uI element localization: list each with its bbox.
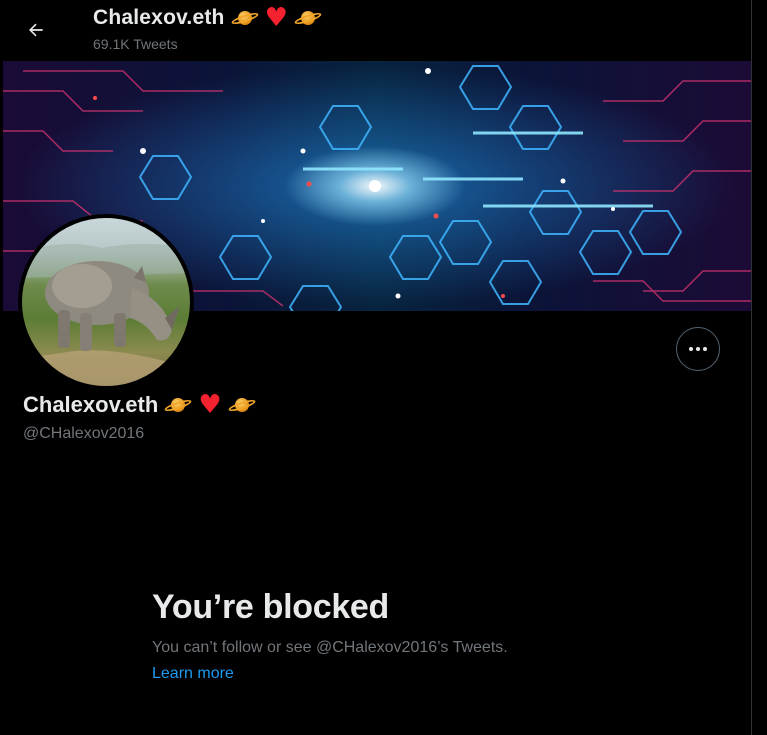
learn-more-link[interactable]: Learn more [152, 665, 234, 683]
ringed-planet-icon [163, 395, 193, 415]
blocked-message: You can’t follow or see @CHalexov2016’s … [152, 639, 508, 656]
more-options-button[interactable] [676, 327, 720, 371]
heart-icon: ♥ [264, 3, 288, 33]
heart-icon: ♥ [198, 390, 222, 420]
ringed-planet-icon [230, 8, 259, 28]
arrow-left-icon [29, 23, 43, 37]
ringed-planet-icon [293, 8, 323, 28]
profile-handle: @CHalexov2016 [23, 425, 145, 442]
profile-column: Chalexov.eth ♥ 69.1K Tweets Chalexov.eth… [0, 0, 752, 735]
avatar[interactable] [18, 214, 194, 390]
ringed-planet-icon [227, 395, 257, 415]
tweets-count: 69.1K Tweets [93, 36, 178, 52]
blocked-title: You’re blocked [152, 588, 390, 626]
more-horizontal-icon [689, 347, 707, 351]
header-title: Chalexov.eth ♥ [93, 3, 323, 33]
header-name: Chalexov.eth [93, 6, 225, 29]
top-bar: Chalexov.eth ♥ 69.1K Tweets [0, 0, 751, 60]
rhino-avatar [22, 244, 190, 386]
blocked-notice: You’re blocked You can’t follow or see @… [152, 588, 612, 683]
profile-name-row: Chalexov.eth ♥ [23, 390, 257, 420]
profile-name: Chalexov.eth [23, 392, 159, 417]
back-button[interactable] [18, 12, 54, 48]
